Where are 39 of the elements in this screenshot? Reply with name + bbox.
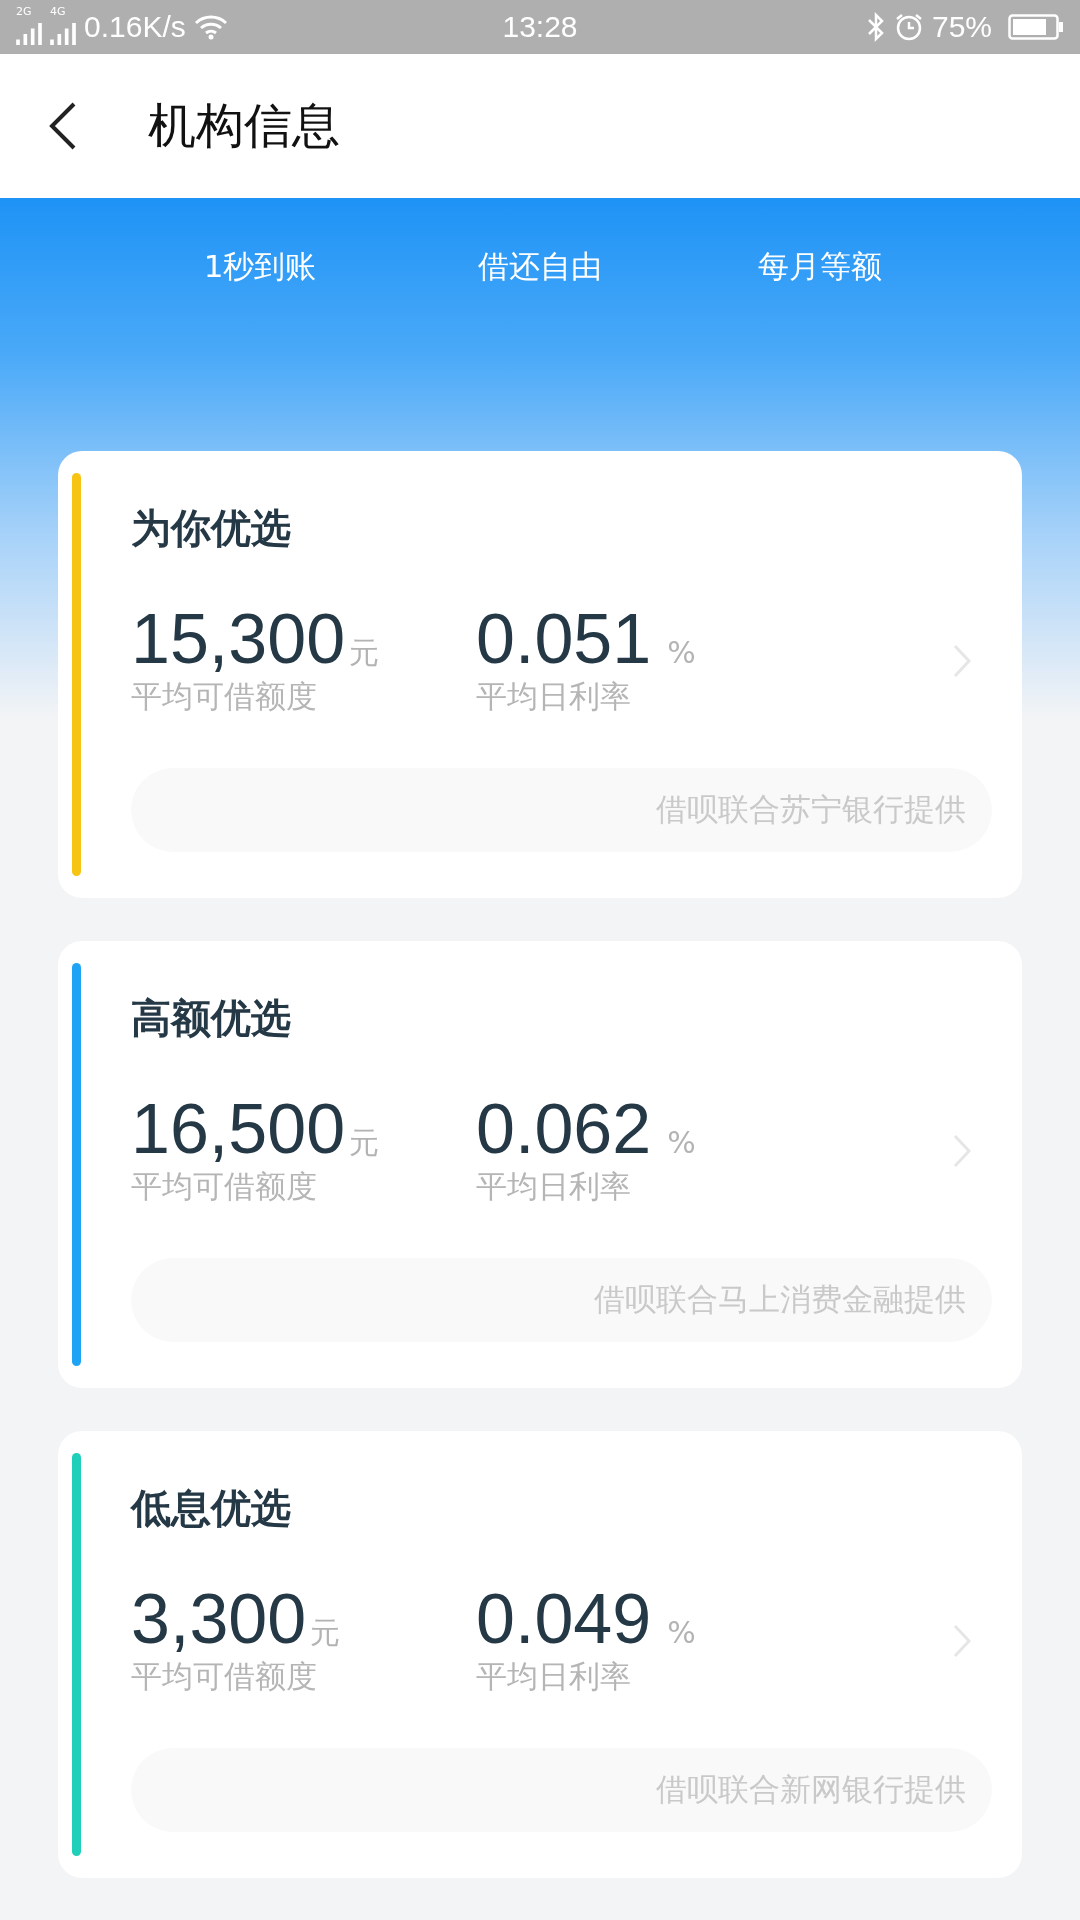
rate-label: 平均日利率 — [476, 1167, 632, 1206]
rate-value: 0.051 — [476, 604, 652, 674]
chevron-right-icon — [952, 1133, 972, 1169]
clock-time: 13:28 — [502, 10, 578, 44]
amount-value: 15,300 — [131, 604, 346, 674]
card-title: 为你优选 — [131, 504, 292, 553]
back-icon — [48, 101, 78, 151]
amount-label: 平均可借额度 — [131, 677, 318, 716]
amount-label: 平均可借额度 — [131, 1167, 318, 1206]
signal-icon — [50, 23, 76, 45]
rate-label: 平均日利率 — [476, 1657, 632, 1696]
page-title: 机构信息 — [148, 96, 340, 155]
network-label: 2G — [16, 5, 32, 18]
wifi-icon — [193, 14, 228, 40]
currency-unit: 元 — [349, 1124, 380, 1162]
currency-unit: 元 — [310, 1614, 341, 1652]
feature-label: 每月等额 — [757, 247, 883, 286]
percent-unit: % — [667, 635, 696, 670]
rate-value: 0.062 — [476, 1094, 652, 1164]
bluetooth-icon — [865, 12, 886, 42]
currency-unit: 元 — [349, 634, 380, 672]
amount-value: 3,300 — [131, 1584, 307, 1654]
rate-value: 0.049 — [476, 1584, 652, 1654]
chevron-right-icon — [952, 1623, 972, 1659]
signal-icon — [16, 23, 42, 45]
card-title: 高额优选 — [131, 994, 292, 1043]
feature-label: 借还自由 — [477, 247, 603, 286]
network-speed: 0.16K/s — [84, 10, 186, 44]
percent-unit: % — [667, 1125, 696, 1160]
amount-value: 16,500 — [131, 1094, 346, 1164]
feature-label: 1秒到账 — [202, 247, 318, 286]
card-title: 低息优选 — [131, 1484, 292, 1533]
amount-label: 平均可借额度 — [131, 1657, 318, 1696]
network-label: 4G — [50, 5, 66, 18]
battery-percent: 75% — [931, 10, 992, 44]
chevron-right-icon — [952, 643, 972, 679]
battery-icon — [1008, 14, 1064, 40]
rate-label: 平均日利率 — [476, 677, 632, 716]
percent-unit: % — [667, 1615, 696, 1650]
